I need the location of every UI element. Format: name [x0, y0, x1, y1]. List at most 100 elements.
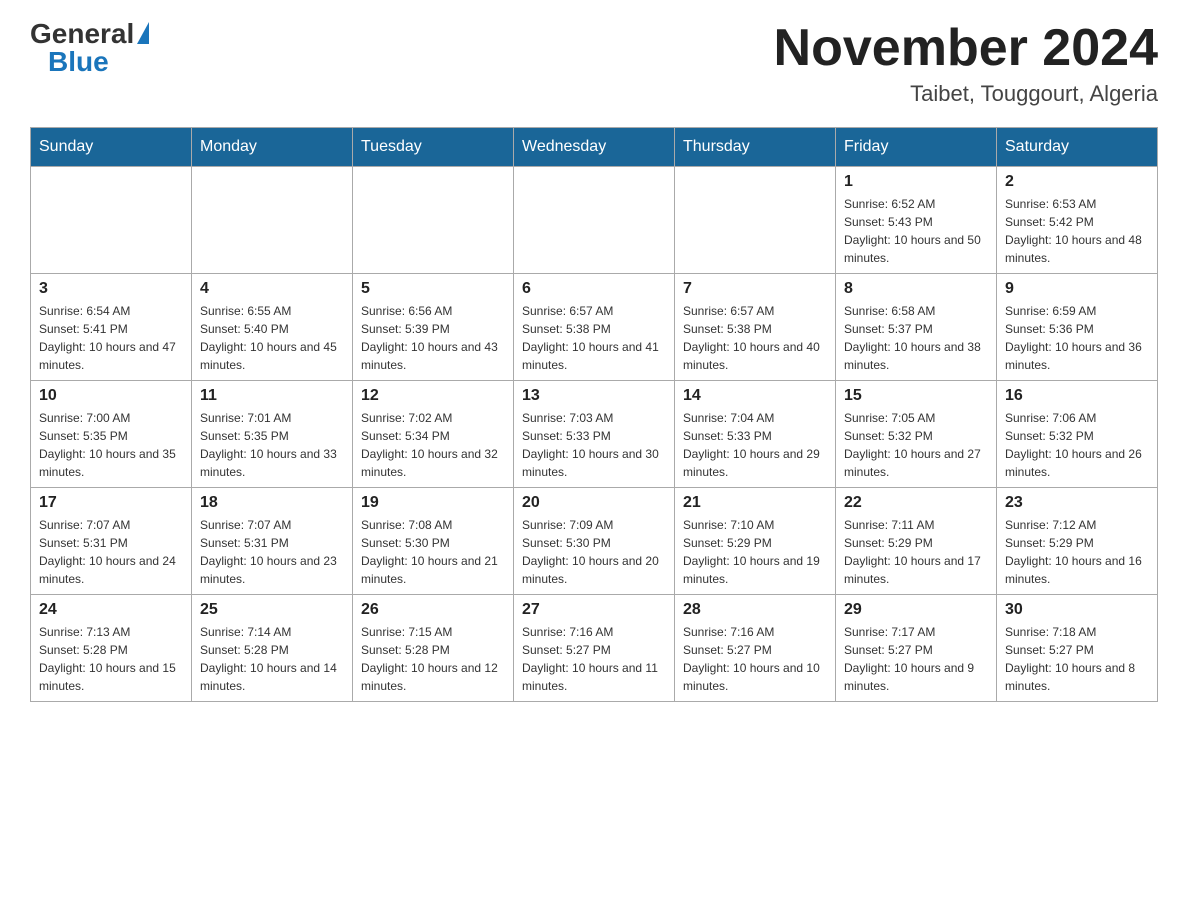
day-number: 14: [683, 387, 827, 405]
day-number: 22: [844, 494, 988, 512]
table-row: 27 Sunrise: 7:16 AMSunset: 5:27 PMDayligh…: [514, 595, 675, 702]
day-info: Sunrise: 7:01 AMSunset: 5:35 PMDaylight:…: [200, 409, 344, 481]
title-area: November 2024 Taibet, Touggourt, Algeria: [774, 20, 1158, 107]
location-text: Taibet, Touggourt, Algeria: [774, 81, 1158, 107]
day-number: 17: [39, 494, 183, 512]
table-row: 10 Sunrise: 7:00 AMSunset: 5:35 PMDayligh…: [31, 381, 192, 488]
day-number: 6: [522, 280, 666, 298]
table-row: 17 Sunrise: 7:07 AMSunset: 5:31 PMDayligh…: [31, 488, 192, 595]
month-title: November 2024: [774, 20, 1158, 77]
day-info: Sunrise: 7:05 AMSunset: 5:32 PMDaylight:…: [844, 409, 988, 481]
day-number: 20: [522, 494, 666, 512]
day-number: 27: [522, 601, 666, 619]
table-row: 25 Sunrise: 7:14 AMSunset: 5:28 PMDayligh…: [192, 595, 353, 702]
day-number: 9: [1005, 280, 1149, 298]
day-info: Sunrise: 6:58 AMSunset: 5:37 PMDaylight:…: [844, 302, 988, 374]
day-number: 5: [361, 280, 505, 298]
day-number: 4: [200, 280, 344, 298]
page-header: General Blue November 2024 Taibet, Tougg…: [30, 20, 1158, 107]
day-number: 18: [200, 494, 344, 512]
table-row: 3 Sunrise: 6:54 AMSunset: 5:41 PMDaylight…: [31, 274, 192, 381]
logo-blue-text: Blue: [48, 48, 109, 76]
day-number: 15: [844, 387, 988, 405]
day-info: Sunrise: 7:02 AMSunset: 5:34 PMDaylight:…: [361, 409, 505, 481]
day-info: Sunrise: 7:04 AMSunset: 5:33 PMDaylight:…: [683, 409, 827, 481]
day-number: 13: [522, 387, 666, 405]
table-row: 29 Sunrise: 7:17 AMSunset: 5:27 PMDayligh…: [836, 595, 997, 702]
day-info: Sunrise: 7:14 AMSunset: 5:28 PMDaylight:…: [200, 623, 344, 695]
table-row: 22 Sunrise: 7:11 AMSunset: 5:29 PMDayligh…: [836, 488, 997, 595]
day-info: Sunrise: 7:07 AMSunset: 5:31 PMDaylight:…: [200, 516, 344, 588]
table-row: 8Sunrise: 6:58 AMSunset: 5:37 PMDaylight…: [836, 274, 997, 381]
calendar-week-row: 3 Sunrise: 6:54 AMSunset: 5:41 PMDaylight…: [31, 274, 1158, 381]
day-number: 12: [361, 387, 505, 405]
day-number: 7: [683, 280, 827, 298]
day-info: Sunrise: 6:55 AMSunset: 5:40 PMDaylight:…: [200, 302, 344, 374]
day-number: 28: [683, 601, 827, 619]
logo-general-text: General: [30, 20, 134, 48]
day-info: Sunrise: 7:18 AMSunset: 5:27 PMDaylight:…: [1005, 623, 1149, 695]
calendar-header-row: Sunday Monday Tuesday Wednesday Thursday…: [31, 128, 1158, 167]
logo-triangle-icon: [137, 22, 149, 44]
table-row: [31, 167, 192, 274]
day-number: 21: [683, 494, 827, 512]
day-info: Sunrise: 7:12 AMSunset: 5:29 PMDaylight:…: [1005, 516, 1149, 588]
col-tuesday: Tuesday: [353, 128, 514, 167]
day-info: Sunrise: 6:56 AMSunset: 5:39 PMDaylight:…: [361, 302, 505, 374]
day-number: 16: [1005, 387, 1149, 405]
day-info: Sunrise: 6:53 AMSunset: 5:42 PMDaylight:…: [1005, 195, 1149, 267]
day-number: 23: [1005, 494, 1149, 512]
table-row: 14 Sunrise: 7:04 AMSunset: 5:33 PMDayligh…: [675, 381, 836, 488]
table-row: 20 Sunrise: 7:09 AMSunset: 5:30 PMDayligh…: [514, 488, 675, 595]
day-info: Sunrise: 7:07 AMSunset: 5:31 PMDaylight:…: [39, 516, 183, 588]
table-row: 1Sunrise: 6:52 AMSunset: 5:43 PMDaylight…: [836, 167, 997, 274]
table-row: [353, 167, 514, 274]
calendar-week-row: 1Sunrise: 6:52 AMSunset: 5:43 PMDaylight…: [31, 167, 1158, 274]
table-row: [514, 167, 675, 274]
day-info: Sunrise: 7:17 AMSunset: 5:27 PMDaylight:…: [844, 623, 988, 695]
calendar-week-row: 17 Sunrise: 7:07 AMSunset: 5:31 PMDayligh…: [31, 488, 1158, 595]
table-row: 19Sunrise: 7:08 AMSunset: 5:30 PMDayligh…: [353, 488, 514, 595]
day-number: 1: [844, 173, 988, 191]
day-number: 29: [844, 601, 988, 619]
day-number: 25: [200, 601, 344, 619]
table-row: 13Sunrise: 7:03 AMSunset: 5:33 PMDayligh…: [514, 381, 675, 488]
col-thursday: Thursday: [675, 128, 836, 167]
table-row: 7 Sunrise: 6:57 AMSunset: 5:38 PMDaylight…: [675, 274, 836, 381]
col-saturday: Saturday: [997, 128, 1158, 167]
table-row: [192, 167, 353, 274]
table-row: 4 Sunrise: 6:55 AMSunset: 5:40 PMDaylight…: [192, 274, 353, 381]
table-row: 18 Sunrise: 7:07 AMSunset: 5:31 PMDayligh…: [192, 488, 353, 595]
col-sunday: Sunday: [31, 128, 192, 167]
day-info: Sunrise: 7:10 AMSunset: 5:29 PMDaylight:…: [683, 516, 827, 588]
col-wednesday: Wednesday: [514, 128, 675, 167]
table-row: 15 Sunrise: 7:05 AMSunset: 5:32 PMDayligh…: [836, 381, 997, 488]
table-row: 12 Sunrise: 7:02 AMSunset: 5:34 PMDayligh…: [353, 381, 514, 488]
day-info: Sunrise: 6:57 AMSunset: 5:38 PMDaylight:…: [522, 302, 666, 374]
table-row: 5 Sunrise: 6:56 AMSunset: 5:39 PMDaylight…: [353, 274, 514, 381]
table-row: 30 Sunrise: 7:18 AMSunset: 5:27 PMDayligh…: [997, 595, 1158, 702]
day-info: Sunrise: 7:16 AMSunset: 5:27 PMDaylight:…: [522, 623, 666, 695]
day-info: Sunrise: 7:16 AMSunset: 5:27 PMDaylight:…: [683, 623, 827, 695]
day-info: Sunrise: 7:06 AMSunset: 5:32 PMDaylight:…: [1005, 409, 1149, 481]
col-monday: Monday: [192, 128, 353, 167]
day-info: Sunrise: 6:54 AMSunset: 5:41 PMDaylight:…: [39, 302, 183, 374]
logo: General Blue: [30, 20, 149, 76]
calendar-week-row: 10 Sunrise: 7:00 AMSunset: 5:35 PMDayligh…: [31, 381, 1158, 488]
day-info: Sunrise: 6:57 AMSunset: 5:38 PMDaylight:…: [683, 302, 827, 374]
day-number: 2: [1005, 173, 1149, 191]
table-row: 6 Sunrise: 6:57 AMSunset: 5:38 PMDaylight…: [514, 274, 675, 381]
table-row: 21 Sunrise: 7:10 AMSunset: 5:29 PMDayligh…: [675, 488, 836, 595]
day-info: Sunrise: 7:09 AMSunset: 5:30 PMDaylight:…: [522, 516, 666, 588]
day-info: Sunrise: 7:11 AMSunset: 5:29 PMDaylight:…: [844, 516, 988, 588]
day-number: 3: [39, 280, 183, 298]
table-row: 16 Sunrise: 7:06 AMSunset: 5:32 PMDayligh…: [997, 381, 1158, 488]
table-row: [675, 167, 836, 274]
table-row: 11Sunrise: 7:01 AMSunset: 5:35 PMDayligh…: [192, 381, 353, 488]
day-number: 30: [1005, 601, 1149, 619]
day-number: 10: [39, 387, 183, 405]
table-row: 26Sunrise: 7:15 AMSunset: 5:28 PMDayligh…: [353, 595, 514, 702]
day-info: Sunrise: 7:00 AMSunset: 5:35 PMDaylight:…: [39, 409, 183, 481]
calendar-week-row: 24Sunrise: 7:13 AMSunset: 5:28 PMDayligh…: [31, 595, 1158, 702]
calendar-table: Sunday Monday Tuesday Wednesday Thursday…: [30, 127, 1158, 702]
